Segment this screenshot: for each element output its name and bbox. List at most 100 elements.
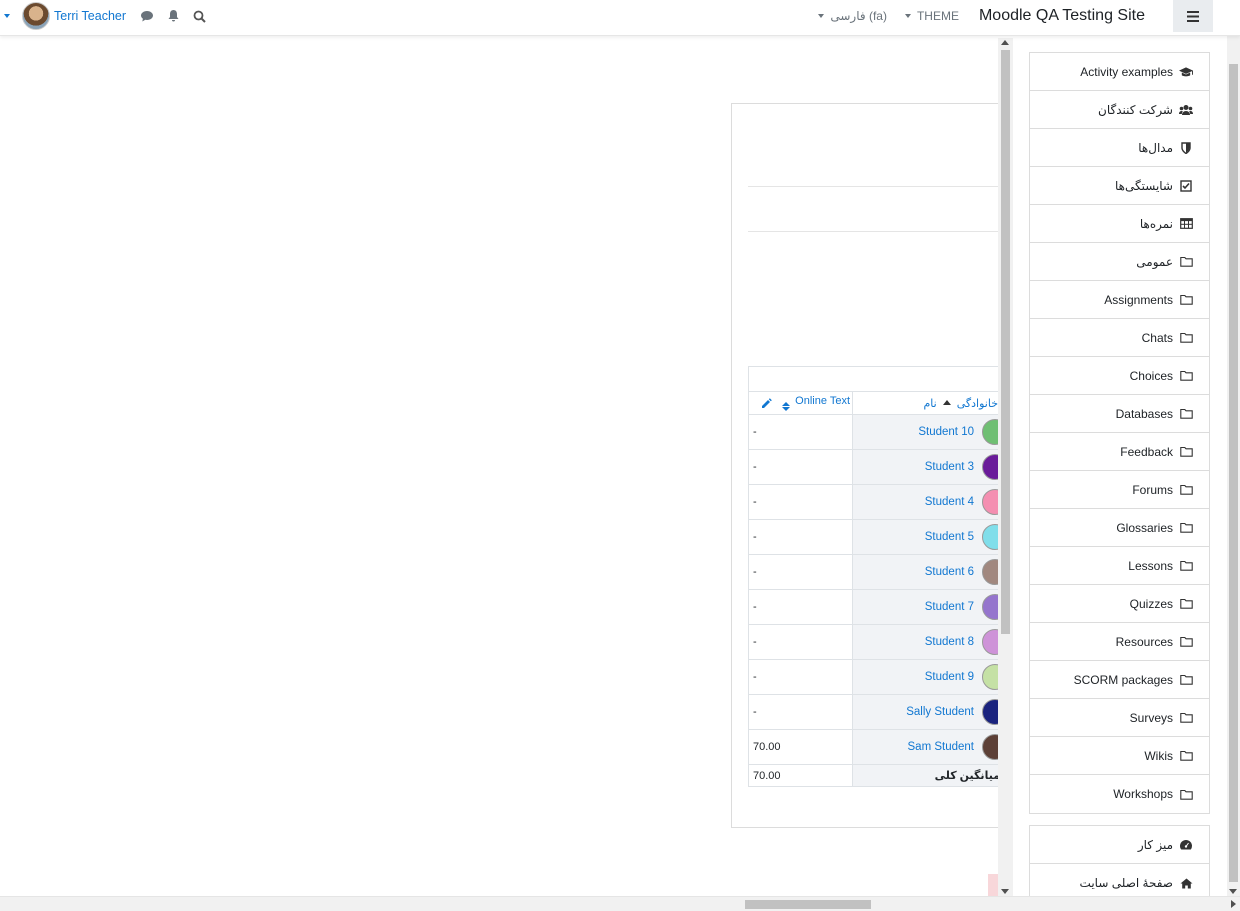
scrollbar-thumb[interactable] [1229,64,1238,882]
user-menu-name[interactable]: Terri Teacher [54,9,126,23]
drawer-item-label: Forums [1132,482,1173,497]
user-menu-caret-icon[interactable] [4,14,10,18]
drawer-item[interactable]: Wikis [1030,737,1209,775]
student-name-link[interactable]: Student 10 [918,426,974,438]
drawer-item[interactable]: شرکت کنندگان [1030,91,1209,129]
sort-by-lastname-link[interactable]: خانوادگی [957,398,998,410]
drawer-toggle-button[interactable] [1173,0,1213,32]
messages-icon[interactable] [134,3,160,29]
drawer-item[interactable]: Databases [1030,395,1209,433]
grade-cell[interactable]: - [748,694,853,730]
grade-cell[interactable]: - [748,554,853,590]
dashboard-icon [1179,838,1193,852]
table-row: - Student 6 [748,554,1001,590]
drawer-item-label: Activity examples [1080,64,1173,79]
grade-cell[interactable]: - [748,624,853,660]
folder-icon [1179,635,1193,649]
student-name-cell: Student 6 [852,554,1001,590]
edit-pencil-icon[interactable] [761,397,772,412]
navbar-right: فارسی (fa) THEME Moodle QA Testing Site [818,0,1240,32]
drawer-item[interactable]: Glossaries [1030,509,1209,547]
drawer-item[interactable]: Lessons [1030,547,1209,585]
scrollbar-thumb[interactable] [745,900,871,909]
notifications-bell-icon[interactable] [160,3,186,29]
folder-icon [1179,483,1193,497]
grade-cell[interactable]: - [748,589,853,625]
drawer-item[interactable]: Workshops [1030,775,1209,813]
folder-icon [1179,749,1193,763]
drawer-item[interactable]: Feedback [1030,433,1209,471]
users-icon [1179,103,1193,117]
language-menu[interactable]: فارسی (fa) [818,9,887,23]
drawer-item-label: Surveys [1129,710,1173,725]
drawer-item-label: میز کار [1137,837,1173,852]
column-header-online-text[interactable]: Online Text [748,391,853,415]
drawer-item[interactable]: Chats [1030,319,1209,357]
drawer-item[interactable]: میز کار [1030,826,1209,864]
grade-cell[interactable]: - [748,414,853,450]
avatar[interactable] [22,2,50,30]
student-name-link[interactable]: Student 4 [925,496,974,508]
drawer-item[interactable]: Quizzes [1030,585,1209,623]
drawer-item[interactable]: شایستگی‌ها [1030,167,1209,205]
student-name-link[interactable]: Student 5 [925,531,974,543]
graduation-cap-icon [1179,65,1193,79]
top-navbar: Terri Teacher فارسی (fa) THEME Moodle QA… [0,0,1240,36]
folder-icon [1179,711,1193,725]
scroll-down-arrow-icon[interactable] [1001,889,1009,894]
scroll-up-arrow-icon[interactable] [1001,40,1009,45]
grade-cell[interactable]: 70.00 [748,729,853,765]
student-name-cell: Sally Student [852,694,1001,730]
content-vertical-scrollbar[interactable] [998,38,1013,896]
theme-menu[interactable]: THEME [904,9,959,23]
grade-cell[interactable]: - [748,449,853,485]
drawer-item[interactable]: نمره‌ها [1030,205,1209,243]
student-name-link[interactable]: Sam Student [908,741,974,753]
student-name-cell: Student 8 [852,624,1001,660]
sort-icon[interactable] [782,401,791,411]
student-name-link[interactable]: Student 3 [925,461,974,473]
drawer-item[interactable]: Assignments [1030,281,1209,319]
drawer-item[interactable]: عمومی [1030,243,1209,281]
folder-icon [1179,293,1193,307]
grade-cell[interactable]: - [748,659,853,695]
student-name-link[interactable]: Student 7 [925,601,974,613]
student-name-link[interactable]: Student 9 [925,671,974,683]
sort-by-firstname-link[interactable]: نام [924,398,937,410]
scroll-right-arrow-icon[interactable] [1231,900,1236,908]
horizontal-scrollbar[interactable] [0,896,1240,911]
student-name-link[interactable]: Sally Student [906,706,974,718]
drawer-item[interactable]: Choices [1030,357,1209,395]
drawer-item-label: Feedback [1120,444,1173,459]
table-row: - Student 4 [748,484,1001,520]
folder-icon [1179,787,1193,801]
chevron-down-icon [904,14,911,18]
site-navigation-list: میز کار صفحهٔ اصلی سایت [1029,825,1210,896]
drawer-item[interactable]: SCORM packages [1030,661,1209,699]
check-square-icon [1179,179,1193,193]
drawer-item-label: Chats [1141,330,1173,345]
drawer-item[interactable]: صفحهٔ اصلی سایت [1030,864,1209,896]
drawer-item[interactable]: Activity examples [1030,53,1209,91]
overall-average-value: 70.00 [748,764,853,787]
drawer-item-label: Resources [1115,634,1173,649]
student-name-link[interactable]: Student 8 [925,636,974,648]
drawer-item[interactable]: مدال‌ها [1030,129,1209,167]
search-icon[interactable] [186,3,212,29]
table-row: - Student 5 [748,519,1001,555]
scrollbar-thumb[interactable] [1001,50,1010,634]
grade-cell[interactable]: - [748,484,853,520]
navbar-left: Terri Teacher [0,0,212,32]
drawer-vertical-scrollbar[interactable] [1227,36,1240,896]
table-row: - Student 10 [748,414,1001,450]
drawer-item[interactable]: Forums [1030,471,1209,509]
scroll-down-arrow-icon[interactable] [1229,889,1237,894]
column-online-text-label[interactable]: Online Text [795,395,850,407]
grade-cell[interactable]: - [748,519,853,555]
student-name-link[interactable]: Student 6 [925,566,974,578]
drawer-item[interactable]: Surveys [1030,699,1209,737]
theme-menu-label: THEME [916,9,959,23]
folder-icon [1179,331,1193,345]
site-name[interactable]: Moodle QA Testing Site [979,7,1145,25]
drawer-item[interactable]: Resources [1030,623,1209,661]
